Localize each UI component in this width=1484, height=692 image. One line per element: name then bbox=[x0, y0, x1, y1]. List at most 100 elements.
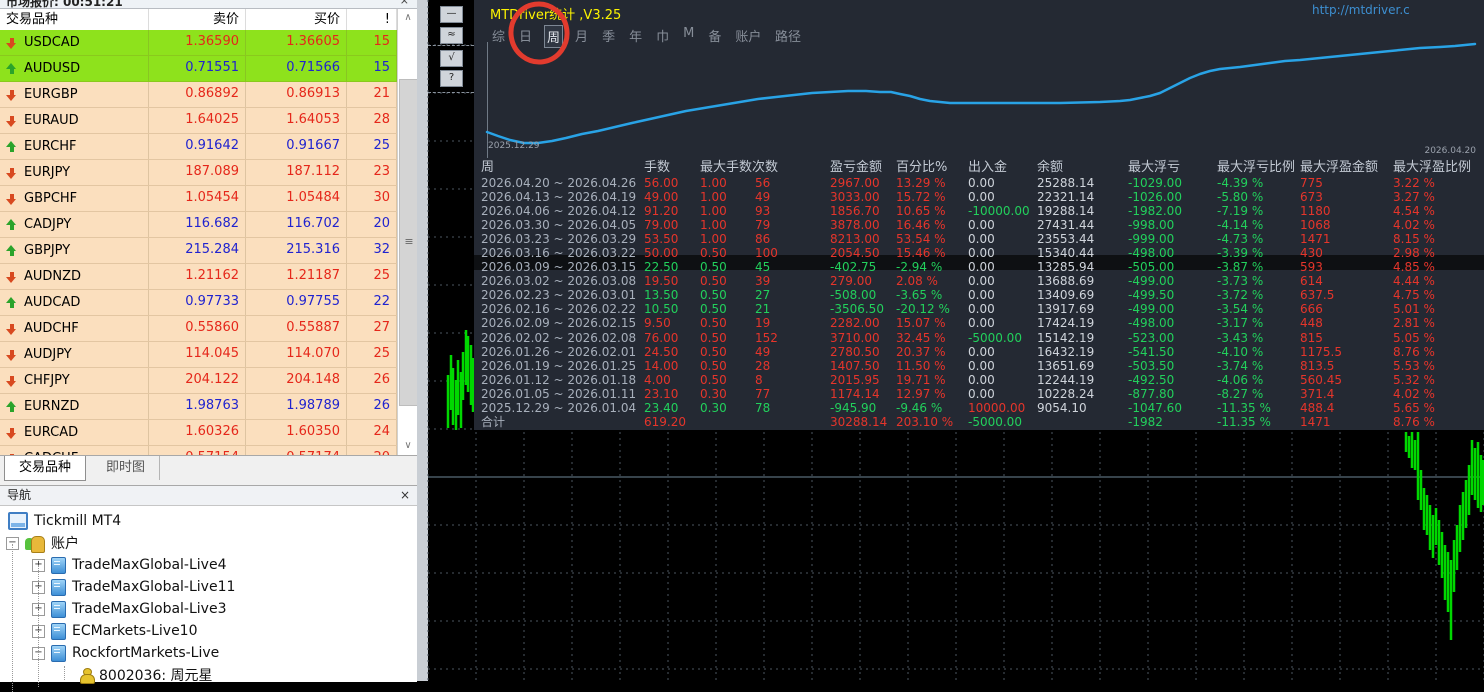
minimize-button[interactable]: — bbox=[440, 6, 463, 23]
market-watch-row[interactable]: CADJPY 116.682 116.702 20 bbox=[0, 212, 397, 238]
max-drawdown-pct-cell: -3.43 % bbox=[1217, 330, 1264, 345]
tree-item-server[interactable]: − RockfortMarkets-Live bbox=[32, 642, 219, 664]
market-watch-row[interactable]: GBPJPY 215.284 215.316 32 bbox=[0, 238, 397, 264]
scroll-up-icon[interactable]: ∧ bbox=[398, 9, 418, 27]
maxlot-cell: 0.30 bbox=[700, 400, 727, 415]
help-button[interactable]: ? bbox=[440, 70, 463, 87]
market-watch-row[interactable]: AUDNZD 1.21162 1.21187 25 bbox=[0, 264, 397, 290]
tab-tick-chart[interactable]: 即时图 bbox=[92, 456, 161, 480]
max-drawdown-cell: -503.50 bbox=[1128, 358, 1175, 373]
symbol-cell: CADJPY bbox=[0, 212, 149, 237]
close-icon[interactable]: × bbox=[400, 0, 409, 7]
deposit-cell: 0.00 bbox=[968, 176, 995, 190]
bid-cell: 0.86892 bbox=[149, 82, 246, 107]
market-watch-row[interactable]: GBPCHF 1.05454 1.05484 30 bbox=[0, 186, 397, 212]
period-cell: 2026.04.13 ~ 2026.04.19 bbox=[481, 190, 637, 205]
tree-connector bbox=[64, 666, 65, 680]
balance-cell: 12244.19 bbox=[1037, 372, 1095, 387]
bid-cell: 116.682 bbox=[149, 212, 246, 237]
max-drawdown-pct-cell: -3.54 % bbox=[1217, 302, 1264, 317]
tree-item-server[interactable]: + TradeMaxGlobal-Live4 bbox=[32, 554, 226, 576]
max-drawdown-pct-cell: -3.87 % bbox=[1217, 260, 1264, 275]
max-float-profit-pct-cell: 2.98 % bbox=[1393, 246, 1435, 261]
check-button[interactable]: √ bbox=[440, 50, 463, 67]
column-header-ask[interactable]: 买价 bbox=[246, 9, 347, 30]
lots-cell: 19.50 bbox=[644, 274, 679, 289]
max-float-profit-pct-cell: 8.76 % bbox=[1393, 344, 1435, 359]
symbol-cell: EURGBP bbox=[0, 82, 149, 107]
market-watch-row[interactable]: AUDCAD 0.97733 0.97755 22 bbox=[0, 290, 397, 316]
profit-cell: 2780.50 bbox=[830, 344, 880, 359]
tab-symbols[interactable]: 交易品种 bbox=[4, 456, 87, 481]
max-drawdown-cell: -499.50 bbox=[1128, 288, 1175, 303]
tree-item-server[interactable]: + ECMarkets-Live10 bbox=[32, 620, 198, 642]
percent-cell: 32.45 % bbox=[896, 330, 946, 345]
chart-window: — ≈ √ ? MTDriver统计 ,V3.25 http://mtdrive… bbox=[417, 0, 1484, 681]
column-header-bid[interactable]: 卖价 bbox=[149, 9, 246, 30]
spread-cell: 26 bbox=[347, 368, 397, 393]
lots-cell: 9.50 bbox=[644, 316, 671, 331]
column-header-spread[interactable]: ! bbox=[347, 9, 397, 30]
stats-row: 2026.03.02 ~ 2026.03.08 19.50 0.50 39 279.00… bbox=[481, 274, 1484, 288]
market-watch-header: 交易品种 卖价 买价 ! bbox=[0, 9, 397, 31]
market-watch-row[interactable]: CHFJPY 204.122 204.148 26 bbox=[0, 368, 397, 394]
balance-cell: 13917.69 bbox=[1037, 302, 1095, 317]
tree-item-broker[interactable]: Tickmill MT4 bbox=[8, 510, 121, 532]
deposit-cell: 0.00 bbox=[968, 358, 995, 373]
lots-cell: 53.50 bbox=[644, 232, 679, 247]
market-watch-row[interactable]: CADCHF 0.571540.5717420 bbox=[0, 446, 397, 455]
scrollbar-thumb[interactable]: ≡ bbox=[399, 79, 419, 406]
tree-item-accounts[interactable]: − 账户 bbox=[6, 532, 79, 554]
scroll-down-icon[interactable]: ∨ bbox=[398, 437, 418, 455]
navigator-close-icon[interactable]: × bbox=[400, 486, 410, 505]
maxlot-cell: 0.50 bbox=[700, 246, 727, 261]
market-watch-row[interactable]: EURJPY 187.089 187.112 23 bbox=[0, 160, 397, 186]
count-cell: 21 bbox=[755, 302, 771, 317]
max-float-profit-cell: 673 bbox=[1300, 190, 1323, 205]
market-watch-scrollbar[interactable]: ∧ ≡ ∨ bbox=[397, 9, 419, 455]
balance-cell: 19288.14 bbox=[1037, 204, 1095, 219]
deposit-cell: 0.00 bbox=[968, 302, 995, 317]
market-watch-row[interactable]: EURCAD 1.60326 1.60350 24 bbox=[0, 420, 397, 446]
max-drawdown-cell: -523.00 bbox=[1128, 330, 1175, 345]
tree-item-server[interactable]: + TradeMaxGlobal-Live11 bbox=[32, 576, 235, 598]
tree-item-account[interactable]: 8002036: 周元星 bbox=[80, 664, 213, 686]
bid-cell: 0.55860 bbox=[149, 316, 246, 341]
market-watch-row[interactable]: AUDCHF 0.55860 0.55887 27 bbox=[0, 316, 397, 342]
market-watch-row[interactable]: EURCHF 0.91642 0.91667 25 bbox=[0, 134, 397, 160]
tree-item-server[interactable]: + TradeMaxGlobal-Live3 bbox=[32, 598, 226, 620]
bid-cell: 187.089 bbox=[149, 160, 246, 185]
total-label: 合计 bbox=[481, 414, 506, 429]
ask-cell: 1.64053 bbox=[246, 108, 347, 133]
column-header-symbol[interactable]: 交易品种 bbox=[0, 9, 149, 30]
stats-row: 2026.03.09 ~ 2026.03.15 22.50 0.50 45 -402.7… bbox=[481, 260, 1484, 274]
arrow-down-icon bbox=[6, 89, 17, 101]
max-float-profit-pct-cell: 5.53 % bbox=[1393, 358, 1435, 373]
sketch-button[interactable]: ≈ bbox=[440, 27, 463, 44]
symbol-cell: AUDJPY bbox=[0, 342, 149, 367]
maxlot-cell: 0.50 bbox=[700, 358, 727, 373]
maxlot-cell: 1.00 bbox=[700, 204, 727, 219]
account-label: 8002036: 周元星 bbox=[99, 668, 213, 684]
market-watch-row[interactable]: AUDUSD 0.71551 0.71566 15 bbox=[0, 56, 397, 82]
stats-column-header: 余额 bbox=[1037, 160, 1064, 175]
max-drawdown-cell: -498.00 bbox=[1128, 246, 1175, 261]
market-watch-row[interactable]: EURAUD 1.64025 1.64053 28 bbox=[0, 108, 397, 134]
maxlot-cell: 1.00 bbox=[700, 176, 727, 190]
total-drawdown-pct: -11.35 % bbox=[1217, 414, 1271, 429]
profit-cell: 8213.00 bbox=[830, 232, 880, 247]
market-watch-row[interactable]: USDCAD 1.36590 1.36605 15 bbox=[0, 30, 397, 56]
period-cell: 2026.02.02 ~ 2026.02.08 bbox=[481, 330, 637, 345]
market-watch-row[interactable]: EURNZD 1.98763 1.98789 26 bbox=[0, 394, 397, 420]
maxlot-cell: 0.50 bbox=[700, 260, 727, 275]
market-watch-row[interactable]: AUDJPY 114.045 114.070 25 bbox=[0, 342, 397, 368]
deposit-cell: 0.00 bbox=[968, 386, 995, 401]
arrow-down-icon bbox=[6, 37, 17, 49]
max-float-profit-pct-cell: 5.65 % bbox=[1393, 400, 1435, 415]
stats-column-header: 盈亏金额 bbox=[830, 160, 883, 175]
bid-cell: 0.97733 bbox=[149, 290, 246, 315]
total-deposit: -5000.00 bbox=[968, 414, 1022, 429]
market-watch-row[interactable]: EURGBP 0.86892 0.86913 21 bbox=[0, 82, 397, 108]
profit-cell: -945.90 bbox=[830, 400, 877, 415]
tree-connector bbox=[12, 544, 13, 692]
